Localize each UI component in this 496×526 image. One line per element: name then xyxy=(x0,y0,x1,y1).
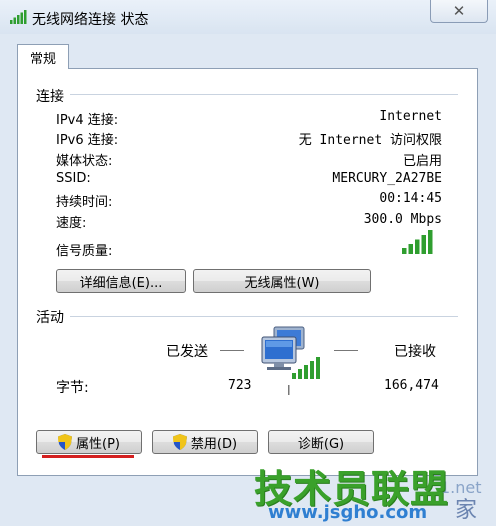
network-computers-icon xyxy=(261,326,320,395)
activity-divider xyxy=(36,316,458,317)
disable-button[interactable]: 禁用(D) xyxy=(152,430,258,454)
ipv4-label: IPv4 连接: xyxy=(56,113,119,128)
sent-bytes: 723 xyxy=(228,378,252,393)
activity-heading: 活动 xyxy=(36,307,70,327)
received-dash xyxy=(334,350,358,351)
close-icon: ✕ xyxy=(452,2,466,20)
watermark-url: www.jsgho.com xyxy=(268,502,428,523)
signal-quality-label: 信号质量: xyxy=(56,244,113,259)
ssid-label: SSID: xyxy=(56,171,91,186)
wireless-signal-icon xyxy=(10,10,27,24)
close-button[interactable]: ✕ xyxy=(430,0,488,23)
diagnose-button[interactable]: 诊断(G) xyxy=(268,430,374,454)
media-state-label: 媒体状态: xyxy=(56,154,113,169)
ipv4-value: Internet xyxy=(379,109,442,124)
received-bytes: 166,474 xyxy=(384,378,439,393)
media-state-value: 已启用 xyxy=(402,154,442,169)
details-button-label: 详细信息(E)... xyxy=(79,275,163,291)
received-label: 已接收 xyxy=(394,344,436,360)
watermark-partial-char: 家 xyxy=(455,498,478,523)
disable-label: 禁用(D) xyxy=(190,436,238,452)
duration-label: 持续时间: xyxy=(56,195,113,210)
details-button[interactable]: 详细信息(E)... xyxy=(56,269,186,293)
ipv6-value: 无 Internet 访问权限 xyxy=(298,133,442,148)
highlight-underline xyxy=(42,455,134,458)
wireless-properties-button[interactable]: 无线属性(W) xyxy=(193,269,371,293)
wireless-properties-label: 无线属性(W) xyxy=(244,275,320,291)
uac-shield-icon xyxy=(172,434,187,450)
sent-label: 已发送 xyxy=(166,344,208,360)
bytes-label: 字节: xyxy=(56,380,89,396)
sent-dash xyxy=(220,350,244,351)
speed-label: 速度: xyxy=(56,216,87,231)
tab-general[interactable]: 常规 xyxy=(17,44,69,69)
ssid-value: MERCURY_2A27BE xyxy=(332,171,442,186)
properties-label: 属性(P) xyxy=(76,436,120,452)
speed-value: 300.0 Mbps xyxy=(363,212,442,227)
ipv6-label: IPv6 连接: xyxy=(56,133,119,148)
connection-heading: 连接 xyxy=(36,86,70,106)
window-title: 无线网络连接 状态 xyxy=(32,12,149,28)
signal-strength-icon xyxy=(402,230,433,254)
connection-divider xyxy=(36,94,458,95)
duration-value: 00:14:45 xyxy=(379,191,442,206)
diagnose-label: 诊断(G) xyxy=(297,436,345,452)
uac-shield-icon xyxy=(58,434,72,450)
properties-button[interactable]: 属性(P) xyxy=(36,430,142,454)
